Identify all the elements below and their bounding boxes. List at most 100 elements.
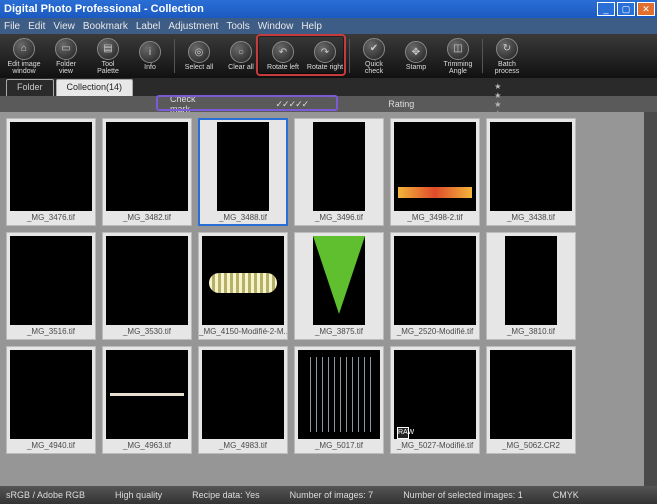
window-title: Digital Photo Professional - Collection (2, 3, 595, 15)
toolbar: ⌂Edit image window▭Folder view▤Tool Pale… (0, 34, 657, 78)
status-colorspace: sRGB / Adobe RGB (6, 490, 85, 500)
highlight-red (256, 34, 346, 76)
clear-all-button[interactable]: ○Clear all (221, 36, 261, 76)
thumbnail-caption: _MG_3496.tif (295, 211, 383, 225)
thumbnail-image (313, 122, 365, 211)
folder-view-label: Folder view (56, 61, 76, 75)
folder-view-button[interactable]: ▭Folder view (46, 36, 86, 76)
thumbnail-image (394, 236, 476, 325)
thumbnail[interactable]: _MG_4940.tif (6, 346, 96, 454)
maximize-button[interactable]: ▢ (617, 2, 635, 16)
thumbnail-image (10, 122, 92, 211)
thumbnail-caption: _MG_4983.tif (199, 439, 287, 453)
info-button[interactable]: iInfo (130, 36, 170, 76)
thumbnail-caption: _MG_3530.tif (103, 325, 191, 339)
thumbnail-caption: _MG_3476.tif (7, 211, 95, 225)
minimize-button[interactable]: _ (597, 2, 615, 16)
thumbnail-image (202, 236, 284, 325)
menu-file[interactable]: File (4, 21, 20, 32)
batch-process-label: Batch process (495, 61, 520, 75)
thumbnail-caption: _MG_3438.tif (487, 211, 575, 225)
thumbnail[interactable]: _MG_3810.tif (486, 232, 576, 340)
tab-collection[interactable]: Collection(14) (56, 79, 134, 96)
quick-check-label: Quick check (365, 61, 383, 75)
thumbnail-gallery: _MG_3476.tif _MG_3482.tif _MG_3488.tif _MG_… (0, 112, 644, 486)
thumbnail[interactable]: _MG_3498-2.tif (390, 118, 480, 226)
trimming-angle-icon: ◫ (447, 38, 469, 60)
menu-label[interactable]: Label (136, 21, 160, 32)
thumbnail-image (490, 122, 572, 211)
thumbnail-caption: _MG_5017.tif (295, 439, 383, 453)
thumbnail-caption: _MG_3810.tif (487, 325, 575, 339)
trimming-angle-button[interactable]: ◫Trimming Angle (438, 36, 478, 76)
thumbnail-caption: _MG_4940.tif (7, 439, 95, 453)
thumbnail[interactable]: _MG_5017.tif (294, 346, 384, 454)
content-area: _MG_3476.tif _MG_3482.tif _MG_3488.tif _MG_… (0, 112, 657, 486)
thumbnail[interactable]: _MG_3496.tif (294, 118, 384, 226)
thumbnail-image (505, 236, 557, 325)
thumbnail[interactable]: _MG_2520-Modifié.tif (390, 232, 480, 340)
thumbnail[interactable]: _MG_5062.CR2 (486, 346, 576, 454)
thumbnail-image (106, 122, 188, 211)
info-label: Info (144, 64, 156, 71)
highlight-purple (156, 95, 338, 111)
menu-window[interactable]: Window (258, 21, 294, 32)
toolbar-separator (482, 39, 483, 73)
rating-label: Rating (388, 99, 414, 109)
thumbnail-image (217, 122, 269, 211)
thumbnail[interactable]: _MG_5027-Modifié.tifRAW (390, 346, 480, 454)
thumbnail[interactable]: _MG_4150-Modifié-2-M... (198, 232, 288, 340)
menu-edit[interactable]: Edit (28, 21, 45, 32)
edit-image-window-button[interactable]: ⌂Edit image window (4, 36, 44, 76)
tool-palette-button[interactable]: ▤Tool Palette (88, 36, 128, 76)
clear-all-icon: ○ (230, 41, 252, 63)
menu-tools[interactable]: Tools (226, 21, 249, 32)
edit-image-window-icon: ⌂ (13, 38, 35, 60)
filter-bar: Check mark ✓✓✓✓✓ Rating ★ ★ ★ ★ ★ (0, 96, 657, 112)
thumbnail-caption: _MG_4150-Modifié-2-M... (199, 325, 287, 339)
scrollbar-vertical[interactable] (644, 112, 657, 486)
thumbnail-caption: _MG_3488.tif (199, 211, 287, 225)
status-bar: sRGB / Adobe RGB High quality Recipe dat… (0, 486, 657, 504)
close-button[interactable]: ✕ (637, 2, 655, 16)
select-all-button[interactable]: ◎Select all (179, 36, 219, 76)
batch-process-button[interactable]: ↻Batch process (487, 36, 527, 76)
clear-all-label: Clear all (228, 64, 254, 71)
info-icon: i (139, 41, 161, 63)
thumbnail-caption: _MG_3875.tif (295, 325, 383, 339)
batch-process-icon: ↻ (496, 38, 518, 60)
thumbnail[interactable]: _MG_3476.tif (6, 118, 96, 226)
menu-view[interactable]: View (53, 21, 75, 32)
menu-bookmark[interactable]: Bookmark (83, 21, 128, 32)
tab-strip: Folder Collection(14) (0, 78, 657, 96)
tool-palette-label: Tool Palette (97, 61, 119, 75)
quick-check-button[interactable]: ✔Quick check (354, 36, 394, 76)
quick-check-icon: ✔ (363, 38, 385, 60)
thumbnail[interactable]: _MG_3482.tif (102, 118, 192, 226)
raw-badge-icon: RAW (397, 427, 409, 439)
menubar: File Edit View Bookmark Label Adjustment Tools… (0, 18, 657, 34)
thumbnail[interactable]: _MG_3875.tif (294, 232, 384, 340)
thumbnail[interactable]: _MG_4963.tif (102, 346, 192, 454)
menu-help[interactable]: Help (301, 21, 322, 32)
thumbnail[interactable]: _MG_3488.tif (198, 118, 288, 226)
folder-view-icon: ▭ (55, 38, 77, 60)
thumbnail-caption: _MG_4963.tif (103, 439, 191, 453)
status-count: Number of images: 7 (290, 490, 374, 500)
thumbnail-image (10, 236, 92, 325)
stamp-icon: ✥ (405, 41, 427, 63)
titlebar: Digital Photo Professional - Collection … (0, 0, 657, 18)
thumbnail-image (202, 350, 284, 439)
thumbnail[interactable]: _MG_3516.tif (6, 232, 96, 340)
thumbnail[interactable]: _MG_4983.tif (198, 346, 288, 454)
stamp-button[interactable]: ✥Stamp (396, 36, 436, 76)
thumbnail[interactable]: _MG_3438.tif (486, 118, 576, 226)
thumbnail-caption: _MG_5062.CR2 (487, 439, 575, 453)
edit-image-window-label: Edit image window (7, 61, 40, 75)
menu-adjustment[interactable]: Adjustment (168, 21, 218, 32)
thumbnail-caption: _MG_3516.tif (7, 325, 95, 339)
thumbnail-image (106, 236, 188, 325)
thumbnail-image (313, 236, 365, 325)
thumbnail[interactable]: _MG_3530.tif (102, 232, 192, 340)
tab-folder[interactable]: Folder (6, 79, 54, 96)
